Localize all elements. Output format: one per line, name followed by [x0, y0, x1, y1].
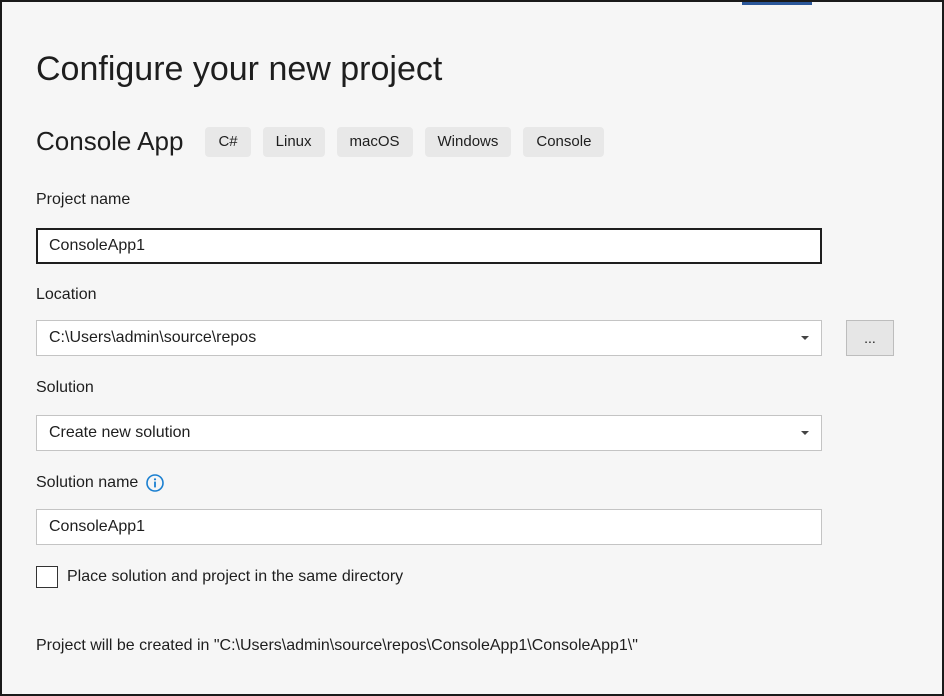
same-directory-label[interactable]: Place solution and project in the same d…	[67, 568, 403, 586]
configure-project-dialog: Configure your new project Console App C…	[0, 0, 944, 696]
location-combobox[interactable]: C:\Users\admin\source\repos	[36, 320, 822, 356]
same-directory-option[interactable]: Place solution and project in the same d…	[36, 566, 403, 588]
solution-combobox[interactable]: Create new solution	[36, 415, 822, 451]
solution-name-input[interactable]	[36, 509, 822, 545]
info-icon[interactable]	[146, 474, 165, 492]
solution-name-label-row: Solution name	[36, 474, 165, 492]
tag-console: Console	[523, 126, 605, 157]
browse-button[interactable]: ...	[846, 320, 894, 356]
location-label: Location	[36, 286, 97, 303]
location-value: C:\Users\admin\source\repos	[49, 329, 257, 346]
template-header: Console App C# Linux macOS Windows Conso…	[36, 126, 616, 157]
chevron-down-icon[interactable]	[801, 336, 809, 340]
solution-label: Solution	[36, 379, 94, 396]
project-name-input[interactable]	[36, 228, 822, 264]
chevron-down-icon[interactable]	[801, 431, 809, 435]
template-name: Console App	[36, 126, 184, 156]
project-name-label: Project name	[36, 191, 131, 208]
project-path-note: Project will be created in "C:\Users\adm…	[36, 637, 638, 654]
same-directory-checkbox[interactable]	[36, 566, 58, 588]
page-title: Configure your new project	[36, 50, 443, 88]
solution-value: Create new solution	[49, 424, 191, 441]
top-accent-bar	[742, 2, 812, 5]
tag-windows: Windows	[424, 126, 512, 157]
tag-macos: macOS	[336, 126, 413, 157]
solution-name-label: Solution name	[36, 474, 139, 491]
tag-csharp: C#	[205, 126, 251, 157]
tag-linux: Linux	[262, 126, 325, 157]
